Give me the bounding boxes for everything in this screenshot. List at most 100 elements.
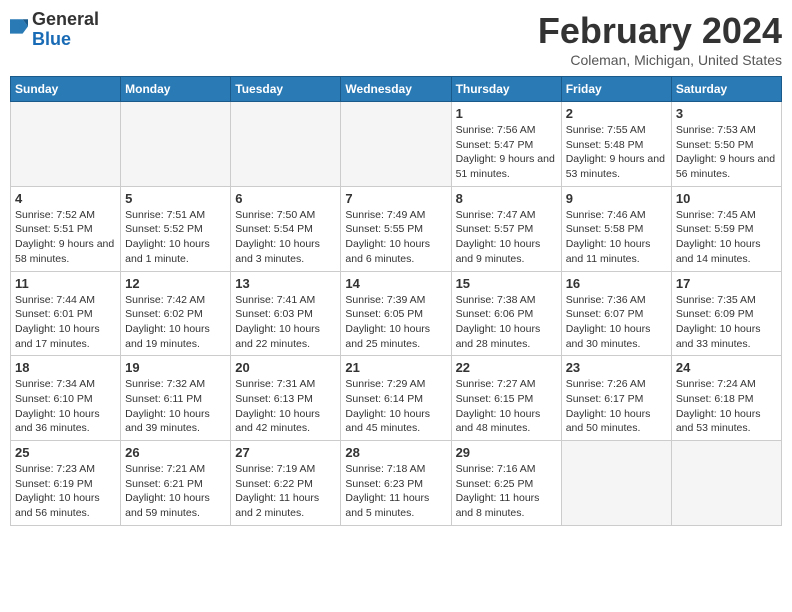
day-cell: 14 Sunrise: 7:39 AMSunset: 6:05 PMDayligh… xyxy=(341,271,451,356)
day-cell: 1 Sunrise: 7:56 AMSunset: 5:47 PMDaylight… xyxy=(451,102,561,187)
day-cell xyxy=(341,102,451,187)
day-cell: 11 Sunrise: 7:44 AMSunset: 6:01 PMDayligh… xyxy=(11,271,121,356)
day-info: Sunrise: 7:47 AMSunset: 5:57 PMDaylight:… xyxy=(456,208,557,267)
day-cell: 16Sunrise: 7:36 AMSunset: 6:07 PMDayligh… xyxy=(561,271,671,356)
day-cell: 2Sunrise: 7:55 AMSunset: 5:48 PMDaylight… xyxy=(561,102,671,187)
day-cell: 26Sunrise: 7:21 AMSunset: 6:21 PMDayligh… xyxy=(121,441,231,526)
day-number: 3 xyxy=(676,106,777,121)
day-number: 4 xyxy=(15,191,116,206)
month-title: February 2024 xyxy=(538,10,782,52)
day-cell: 17 Sunrise: 7:35 AMSunset: 6:09 PMDayligh… xyxy=(671,271,781,356)
day-number: 1 xyxy=(456,106,557,121)
day-info: Sunrise: 7:56 AMSunset: 5:47 PMDaylight:… xyxy=(456,123,557,182)
header-cell-tuesday: Tuesday xyxy=(231,77,341,102)
day-info: Sunrise: 7:27 AMSunset: 6:15 PMDaylight:… xyxy=(456,377,557,436)
logo: General Blue xyxy=(10,10,99,50)
day-cell: 3 Sunrise: 7:53 AMSunset: 5:50 PMDaylight… xyxy=(671,102,781,187)
day-info: Sunrise: 7:50 AMSunset: 5:54 PMDaylight:… xyxy=(235,208,336,267)
day-cell xyxy=(671,441,781,526)
day-cell: 28 Sunrise: 7:18 AMSunset: 6:23 PMDayligh… xyxy=(341,441,451,526)
week-row-2: 11 Sunrise: 7:44 AMSunset: 6:01 PMDayligh… xyxy=(11,271,782,356)
day-number: 27 xyxy=(235,445,336,460)
day-number: 5 xyxy=(125,191,226,206)
header-cell-friday: Friday xyxy=(561,77,671,102)
day-info: Sunrise: 7:32 AMSunset: 6:11 PMDaylight:… xyxy=(125,377,226,436)
day-number: 17 xyxy=(676,276,777,291)
day-cell: 23 Sunrise: 7:26 AMSunset: 6:17 PMDayligh… xyxy=(561,356,671,441)
logo-icon xyxy=(10,19,28,41)
day-info: Sunrise: 7:26 AMSunset: 6:17 PMDaylight:… xyxy=(566,377,667,436)
calendar-table: SundayMondayTuesdayWednesdayThursdayFrid… xyxy=(10,76,782,526)
day-cell: 19 Sunrise: 7:32 AMSunset: 6:11 PMDayligh… xyxy=(121,356,231,441)
day-info: Sunrise: 7:39 AMSunset: 6:05 PMDaylight:… xyxy=(345,293,446,352)
day-cell: 20Sunrise: 7:31 AMSunset: 6:13 PMDayligh… xyxy=(231,356,341,441)
day-info: Sunrise: 7:52 AMSunset: 5:51 PMDaylight:… xyxy=(15,208,116,267)
week-row-1: 4 Sunrise: 7:52 AMSunset: 5:51 PMDaylight… xyxy=(11,186,782,271)
day-number: 13 xyxy=(235,276,336,291)
day-number: 21 xyxy=(345,360,446,375)
day-cell xyxy=(231,102,341,187)
calendar-body: 1 Sunrise: 7:56 AMSunset: 5:47 PMDaylight… xyxy=(11,102,782,526)
day-cell: 13 Sunrise: 7:41 AMSunset: 6:03 PMDayligh… xyxy=(231,271,341,356)
header-cell-wednesday: Wednesday xyxy=(341,77,451,102)
day-cell xyxy=(121,102,231,187)
logo-blue: Blue xyxy=(32,30,99,50)
day-info: Sunrise: 7:34 AMSunset: 6:10 PMDaylight:… xyxy=(15,377,116,436)
day-info: Sunrise: 7:35 AMSunset: 6:09 PMDaylight:… xyxy=(676,293,777,352)
day-info: Sunrise: 7:38 AMSunset: 6:06 PMDaylight:… xyxy=(456,293,557,352)
day-cell: 21 Sunrise: 7:29 AMSunset: 6:14 PMDayligh… xyxy=(341,356,451,441)
header-cell-saturday: Saturday xyxy=(671,77,781,102)
day-cell: 29 Sunrise: 7:16 AMSunset: 6:25 PMDayligh… xyxy=(451,441,561,526)
day-cell: 7Sunrise: 7:49 AMSunset: 5:55 PMDaylight… xyxy=(341,186,451,271)
day-number: 12 xyxy=(125,276,226,291)
day-info: Sunrise: 7:16 AMSunset: 6:25 PMDaylight:… xyxy=(456,462,557,521)
day-info: Sunrise: 7:42 AMSunset: 6:02 PMDaylight:… xyxy=(125,293,226,352)
day-number: 6 xyxy=(235,191,336,206)
day-number: 14 xyxy=(345,276,446,291)
title-block: February 2024 Coleman, Michigan, United … xyxy=(538,10,782,68)
day-number: 24 xyxy=(676,360,777,375)
day-number: 25 xyxy=(15,445,116,460)
day-number: 15 xyxy=(456,276,557,291)
day-number: 28 xyxy=(345,445,446,460)
week-row-3: 18Sunrise: 7:34 AMSunset: 6:10 PMDayligh… xyxy=(11,356,782,441)
day-info: Sunrise: 7:24 AMSunset: 6:18 PMDaylight:… xyxy=(676,377,777,436)
calendar-header: SundayMondayTuesdayWednesdayThursdayFrid… xyxy=(11,77,782,102)
day-cell xyxy=(11,102,121,187)
day-number: 22 xyxy=(456,360,557,375)
day-info: Sunrise: 7:46 AMSunset: 5:58 PMDaylight:… xyxy=(566,208,667,267)
day-info: Sunrise: 7:19 AMSunset: 6:22 PMDaylight:… xyxy=(235,462,336,521)
day-cell: 8Sunrise: 7:47 AMSunset: 5:57 PMDaylight… xyxy=(451,186,561,271)
day-cell: 9Sunrise: 7:46 AMSunset: 5:58 PMDaylight… xyxy=(561,186,671,271)
day-number: 11 xyxy=(15,276,116,291)
day-number: 16 xyxy=(566,276,667,291)
day-cell: 5 Sunrise: 7:51 AMSunset: 5:52 PMDaylight… xyxy=(121,186,231,271)
day-info: Sunrise: 7:31 AMSunset: 6:13 PMDaylight:… xyxy=(235,377,336,436)
day-cell xyxy=(561,441,671,526)
day-info: Sunrise: 7:51 AMSunset: 5:52 PMDaylight:… xyxy=(125,208,226,267)
day-number: 7 xyxy=(345,191,446,206)
day-info: Sunrise: 7:55 AMSunset: 5:48 PMDaylight:… xyxy=(566,123,667,182)
day-number: 23 xyxy=(566,360,667,375)
header-cell-thursday: Thursday xyxy=(451,77,561,102)
day-cell: 22 Sunrise: 7:27 AMSunset: 6:15 PMDayligh… xyxy=(451,356,561,441)
day-info: Sunrise: 7:18 AMSunset: 6:23 PMDaylight:… xyxy=(345,462,446,521)
day-info: Sunrise: 7:41 AMSunset: 6:03 PMDaylight:… xyxy=(235,293,336,352)
day-cell: 15 Sunrise: 7:38 AMSunset: 6:06 PMDayligh… xyxy=(451,271,561,356)
day-cell: 6 Sunrise: 7:50 AMSunset: 5:54 PMDaylight… xyxy=(231,186,341,271)
day-number: 29 xyxy=(456,445,557,460)
header-row: SundayMondayTuesdayWednesdayThursdayFrid… xyxy=(11,77,782,102)
day-info: Sunrise: 7:23 AMSunset: 6:19 PMDaylight:… xyxy=(15,462,116,521)
logo-general: General xyxy=(32,10,99,30)
day-info: Sunrise: 7:29 AMSunset: 6:14 PMDaylight:… xyxy=(345,377,446,436)
week-row-0: 1 Sunrise: 7:56 AMSunset: 5:47 PMDaylight… xyxy=(11,102,782,187)
day-info: Sunrise: 7:53 AMSunset: 5:50 PMDaylight:… xyxy=(676,123,777,182)
day-info: Sunrise: 7:44 AMSunset: 6:01 PMDaylight:… xyxy=(15,293,116,352)
header-cell-monday: Monday xyxy=(121,77,231,102)
day-info: Sunrise: 7:45 AMSunset: 5:59 PMDaylight:… xyxy=(676,208,777,267)
day-number: 19 xyxy=(125,360,226,375)
day-cell: 25 Sunrise: 7:23 AMSunset: 6:19 PMDayligh… xyxy=(11,441,121,526)
page-header: General Blue February 2024 Coleman, Mich… xyxy=(10,10,782,68)
location: Coleman, Michigan, United States xyxy=(538,52,782,68)
day-cell: 18Sunrise: 7:34 AMSunset: 6:10 PMDayligh… xyxy=(11,356,121,441)
